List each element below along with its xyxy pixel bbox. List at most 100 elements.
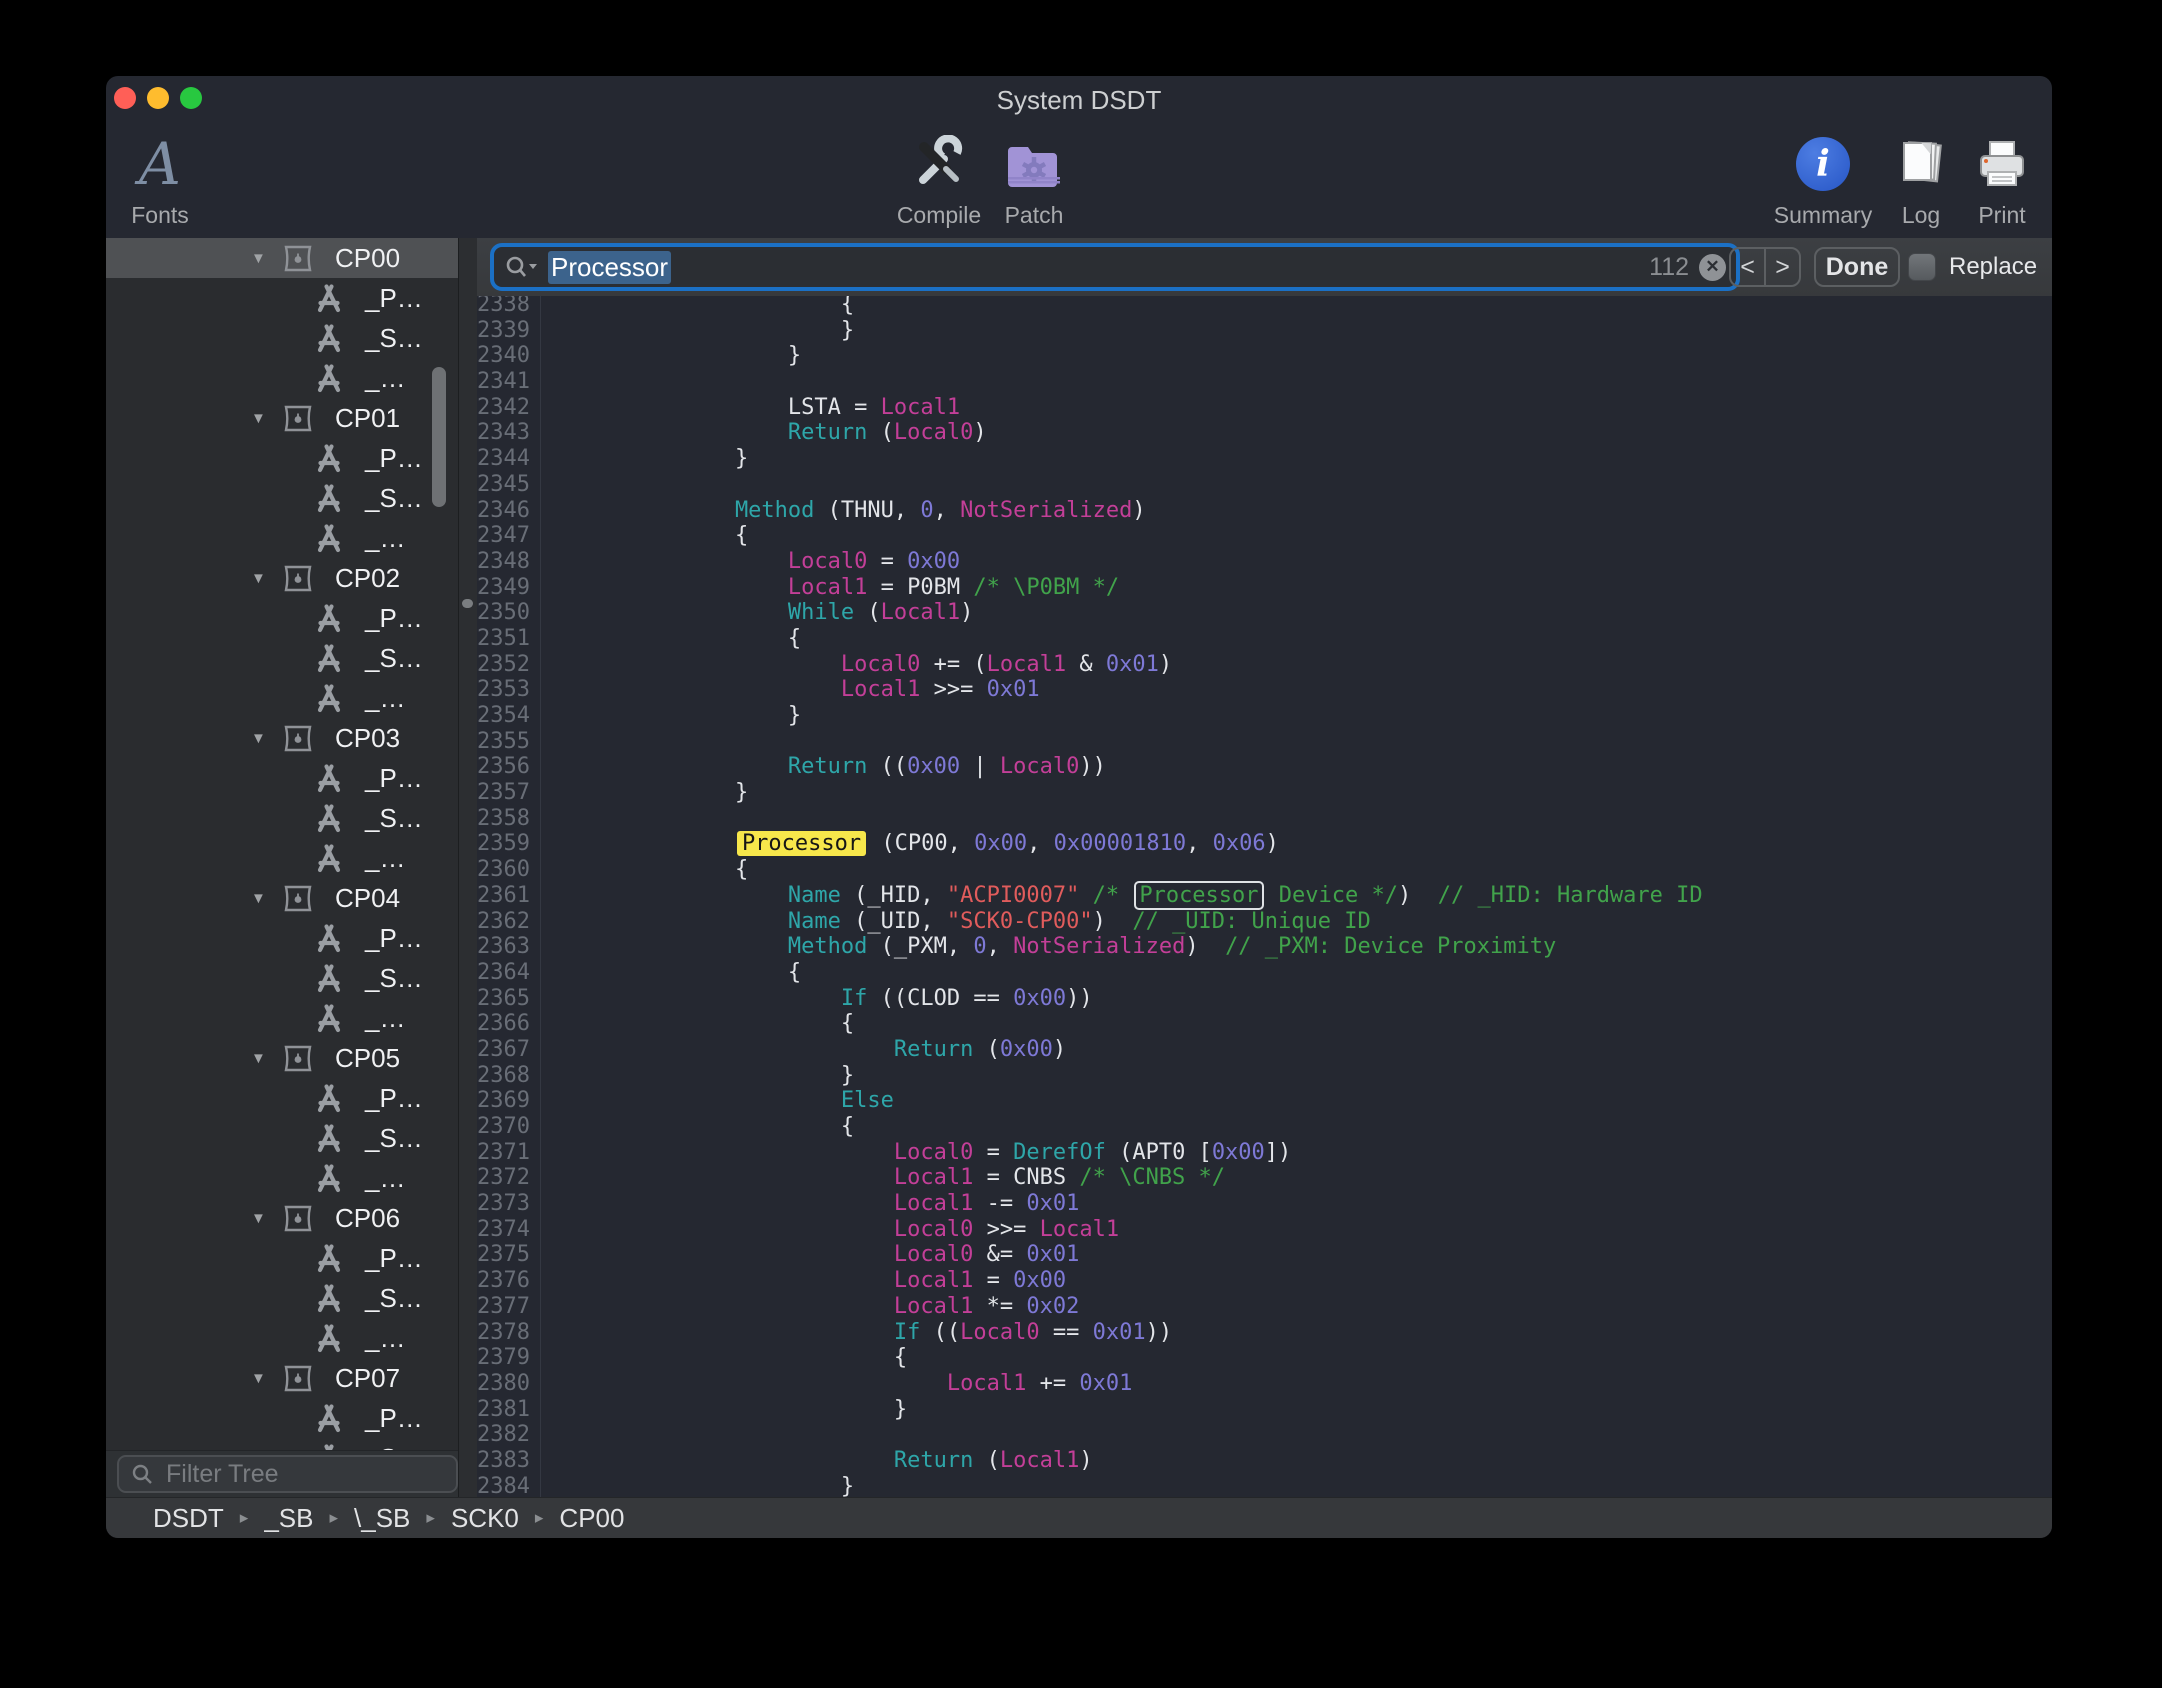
tree-item[interactable]: _S… [106,798,458,838]
line-number: 2368 [477,1063,530,1089]
code-text: Local1 = 0x00 [530,1268,1066,1294]
fonts-icon: A [139,128,181,200]
tree-item[interactable]: _P… [106,758,458,798]
sidebar: ▼CP00_P…_S…_…▼CP01_P…_S…_…▼CP02_P…_S…_…▼… [106,238,458,1498]
disclosure-triangle-icon[interactable]: ▼ [251,890,275,907]
tree-item-label: _S… [365,1283,423,1314]
disclosure-triangle-icon[interactable]: ▼ [251,1370,275,1387]
tree-item[interactable]: _S… [106,318,458,358]
disclosure-triangle-icon[interactable]: ▼ [251,570,275,587]
method-a-icon [313,323,345,353]
code-line: 2350 While (Local1) [477,600,2052,626]
tree-group-cp07[interactable]: ▼CP07 [106,1358,458,1398]
code-text: { [530,296,854,318]
tree-item[interactable]: _P… [106,278,458,318]
breadcrumb-separator-icon: ▸ [535,1508,544,1528]
tree-group-cp01[interactable]: ▼CP01 [106,398,458,438]
line-number: 2371 [477,1140,530,1166]
disclosure-triangle-icon[interactable]: ▼ [251,410,275,427]
code-line: 2381 } [477,1397,2052,1423]
breadcrumb-item[interactable]: SCK0 [451,1503,519,1534]
previous-match-button[interactable]: < [1731,249,1766,285]
line-number: 2347 [477,523,530,549]
tree-item[interactable]: _… [106,678,458,718]
tree-group-cp02[interactable]: ▼CP02 [106,558,458,598]
breadcrumb-item[interactable]: CP00 [559,1503,624,1534]
code-text: Local1 >>= 0x01 [530,677,1040,703]
method-a-icon [313,1083,345,1113]
code-text: Local0 &= 0x01 [530,1242,1079,1268]
breadcrumb-item[interactable]: \_SB [354,1503,410,1534]
sidebar-scrollbar-thumb[interactable] [432,367,446,507]
breadcrumb-item[interactable]: DSDT [153,1503,224,1534]
line-number: 2359 [477,831,530,857]
code-text: Local0 = 0x00 [530,549,960,575]
tree-item[interactable]: _… [106,998,458,1038]
replace-checkbox[interactable] [1908,253,1936,281]
code-line: 2361 Name (_HID, "ACPI0007" /* Processor… [477,883,2052,909]
disclosure-triangle-icon[interactable]: ▼ [251,1050,275,1067]
toolbar-item-fonts[interactable]: A Fonts [106,128,225,229]
tree-item[interactable]: _P… [106,1398,458,1438]
line-number: 2348 [477,549,530,575]
disclosure-triangle-icon[interactable]: ▼ [251,250,275,267]
tree-group-cp05[interactable]: ▼CP05 [106,1038,458,1078]
tree-item[interactable]: _S… [106,1278,458,1318]
filter-placeholder: Filter Tree [166,1460,279,1489]
method-a-icon [313,963,345,993]
disclosure-triangle-icon[interactable]: ▼ [251,730,275,747]
code-text: Local1 -= 0x01 [530,1191,1079,1217]
done-button[interactable]: Done [1814,247,1900,287]
pane-splitter[interactable] [458,238,479,1498]
code-line: 2377 Local1 *= 0x02 [477,1294,2052,1320]
tree-item[interactable]: _S… [106,958,458,998]
code-line: 2355 [477,729,2052,755]
tree-item[interactable]: _S… [106,638,458,678]
tree-group-cp03[interactable]: ▼CP03 [106,718,458,758]
toolbar-item-print[interactable]: Print [1937,128,2052,229]
tree-item[interactable]: _… [106,518,458,558]
code-line: 2370 { [477,1114,2052,1140]
code-text: } [530,1397,907,1423]
disclosure-triangle-icon[interactable]: ▼ [251,1210,275,1227]
code-text: { [530,1011,854,1037]
code-text: Return (Local0) [530,420,987,446]
method-a-icon [313,603,345,633]
tree-item[interactable]: _P… [106,438,458,478]
toolbar-item-patch[interactable]: Patch [969,128,1099,229]
search-input[interactable]: Processor 112 ✕ [490,243,1740,291]
tree-item[interactable]: _P… [106,1078,458,1118]
tree-item[interactable]: _P… [106,918,458,958]
patch-folder-icon [1005,128,1063,200]
code-line: 2340 } [477,343,2052,369]
breadcrumb-item[interactable]: _SB [264,1503,313,1534]
breadcrumb-separator-icon: ▸ [240,1508,249,1528]
tree-group-cp00[interactable]: ▼CP00 [106,238,458,278]
tree-item[interactable]: _P… [106,598,458,638]
tree-item[interactable]: _P… [106,1238,458,1278]
code-line: 2344 } [477,446,2052,472]
tree-item[interactable]: _… [106,838,458,878]
tree-item-label: _P… [365,283,423,314]
code-line: 2382 [477,1422,2052,1448]
tree-item-label: _P… [365,443,423,474]
tree-group-cp06[interactable]: ▼CP06 [106,1198,458,1238]
clear-search-button[interactable]: ✕ [1699,254,1726,281]
tree-item[interactable]: _S… [106,478,458,518]
filter-tree-input[interactable]: Filter Tree [117,1455,458,1493]
code-editor[interactable]: 2338 {2339 }2340 }23412342 LSTA = Local1… [477,296,2052,1498]
tree-group-cp04[interactable]: ▼ CP04 [106,878,458,918]
method-a-icon [313,523,345,553]
line-number: 2367 [477,1037,530,1063]
tree-group-label: CP04 [335,883,400,914]
tree-item[interactable]: _… [106,1158,458,1198]
method-a-icon [313,1403,345,1433]
code-line: 2365 If ((CLOD == 0x00)) [477,986,2052,1012]
code-text: LSTA = Local1 [530,395,960,421]
code-text [530,1422,576,1448]
code-lines: 2338 {2339 }2340 }23412342 LSTA = Local1… [477,296,2052,1498]
tree-item[interactable]: _… [106,358,458,398]
next-match-button[interactable]: > [1766,249,1799,285]
tree-item[interactable]: _S… [106,1118,458,1158]
tree-item[interactable]: _… [106,1318,458,1358]
